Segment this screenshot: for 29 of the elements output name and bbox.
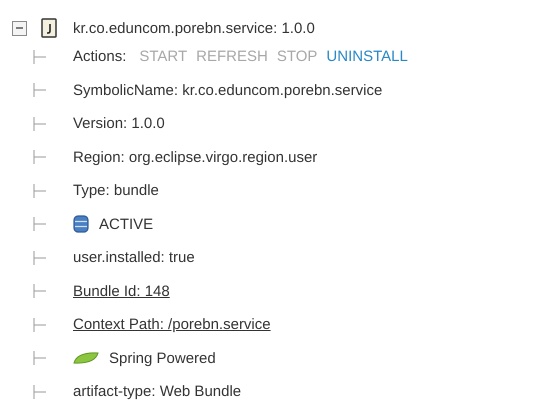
- tree-branch-line: [33, 250, 47, 265]
- tree-branch-line: [33, 284, 47, 298]
- tree-branch-line: [33, 217, 47, 232]
- property-text: Type: bundle: [73, 182, 159, 200]
- database-icon: [73, 215, 89, 234]
- spring-label: Spring Powered: [109, 350, 216, 367]
- leaf-icon: [73, 351, 99, 366]
- status-label: ACTIVE: [99, 216, 154, 233]
- tree-branch-line: [33, 351, 47, 366]
- node-label[interactable]: kr.co.eduncom.porebn.service: 1.0.0: [73, 20, 315, 36]
- tree-branch-line: [33, 83, 47, 98]
- property-text: Version: 1.0.0: [73, 115, 165, 132]
- file-icon: [41, 18, 57, 38]
- tree-branch-line: [33, 384, 47, 399]
- tree-branch-line: [33, 116, 47, 131]
- action-link[interactable]: UNINSTALL: [326, 48, 408, 66]
- property-text: Region: org.eclipse.virgo.region.user: [73, 148, 318, 166]
- detail-link[interactable]: Context Path: /porebn.service: [73, 316, 271, 334]
- detail-link[interactable]: Bundle Id: 148: [73, 282, 170, 300]
- minus-icon: [16, 27, 23, 29]
- tree-branch-line: [33, 318, 47, 332]
- property-text: SymbolicName: kr.co.eduncom.porebn.service: [73, 82, 382, 99]
- property-text: user.installed: true: [73, 249, 195, 266]
- tree-branch-line: [33, 184, 47, 198]
- property-text: artifact-type: Web Bundle: [73, 383, 242, 400]
- tree-branch-line: [33, 50, 47, 64]
- actions-label: Actions:: [73, 48, 126, 66]
- collapse-toggle[interactable]: [12, 20, 27, 36]
- tree-branch-line: [33, 150, 47, 164]
